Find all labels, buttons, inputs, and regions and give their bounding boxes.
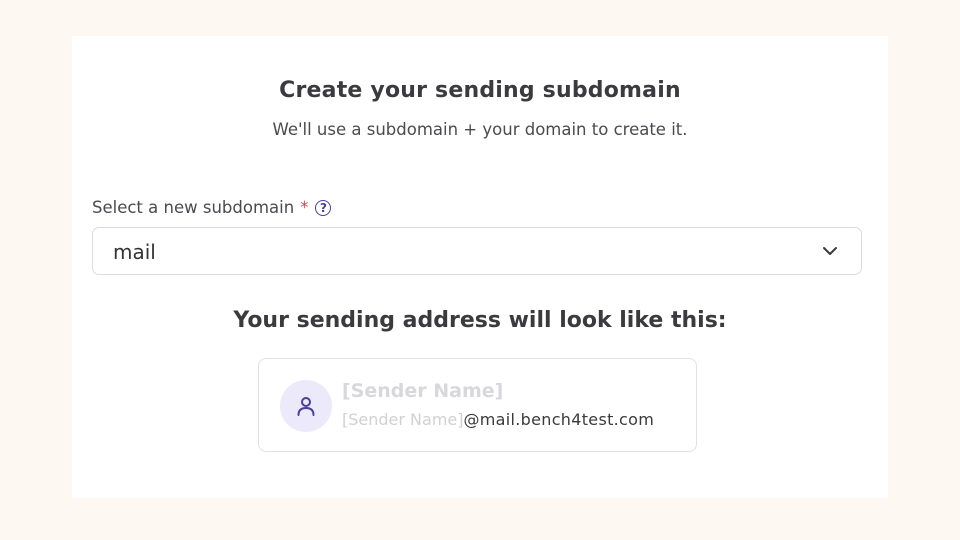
- avatar: [280, 380, 332, 432]
- address-name-placeholder: [Sender Name]: [342, 410, 464, 429]
- sender-name-placeholder: [Sender Name]: [342, 380, 504, 402]
- subdomain-select-value: mail: [113, 240, 156, 264]
- required-marker: *: [300, 198, 309, 217]
- preview-heading: Your sending address will look like this…: [233, 308, 727, 333]
- subdomain-select[interactable]: mail: [92, 227, 862, 275]
- address-domain: @mail.bench4test.com: [463, 410, 655, 429]
- page-title: Create your sending subdomain: [279, 78, 681, 103]
- subdomain-field-label: Select a new subdomain * ?: [92, 198, 332, 217]
- question-circle-icon[interactable]: ?: [315, 199, 332, 216]
- chevron-down-icon: [823, 247, 837, 255]
- page-subtitle: We'll use a subdomain + your domain to c…: [272, 120, 688, 139]
- subdomain-label-text: Select a new subdomain: [92, 198, 295, 217]
- sending-address-preview: [Sender Name] [Sender Name]@mail.bench4t…: [258, 358, 697, 452]
- sender-address: [Sender Name]@mail.bench4test.com: [342, 410, 654, 429]
- user-icon: [297, 397, 315, 416]
